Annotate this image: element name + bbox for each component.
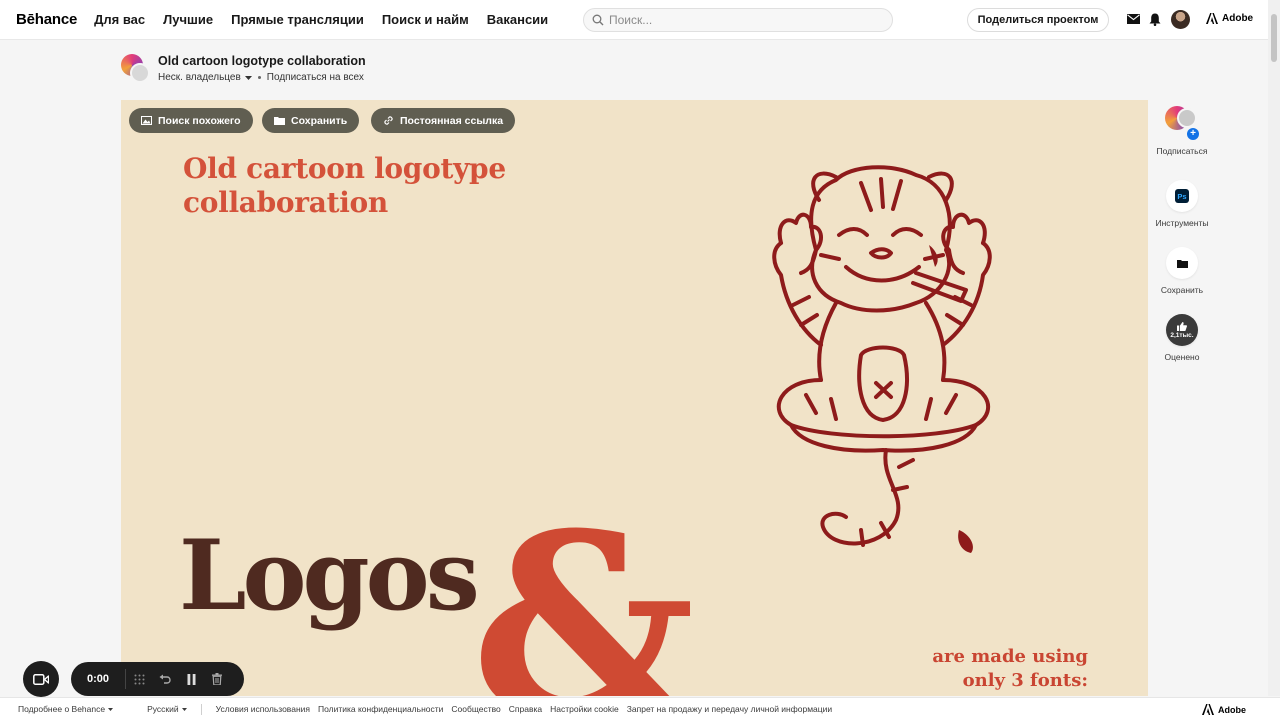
artwork-logos-text: Logos (179, 519, 480, 632)
top-nav: Bēhance Для вас Лучшие Прямые трансляции… (0, 0, 1280, 40)
footer-more-about-behance[interactable]: Подробнее о Behance (18, 704, 114, 714)
footer-link-community[interactable]: Сообщество (451, 704, 500, 714)
search-box[interactable] (583, 8, 893, 32)
mail-icon[interactable] (1125, 11, 1141, 27)
dots-grid-icon (134, 674, 144, 684)
rail-follow[interactable]: + Подписаться (1154, 106, 1210, 156)
save-image-label: Сохранить (291, 114, 348, 127)
footer-language-select[interactable]: Русский (147, 704, 187, 714)
scrollbar-thumb[interactable] (1271, 14, 1277, 62)
follow-avatar-2 (1177, 108, 1197, 128)
project-image: Поиск похожего Сохранить Постоянная ссыл… (121, 100, 1148, 696)
folder-icon (274, 117, 285, 125)
folder-icon (1176, 259, 1188, 268)
artwork-title-line-2: collaboration (183, 186, 388, 219)
adobe-icon (1206, 13, 1218, 24)
rail-tools[interactable]: Ps Инструменты (1154, 180, 1210, 228)
bell-icon[interactable] (1147, 11, 1163, 27)
owners-dropdown[interactable]: Неск. владельцев (158, 72, 252, 83)
recorder-pause-button[interactable] (178, 662, 204, 696)
owner-avatar-2 (130, 63, 150, 83)
find-similar-button[interactable]: Поиск похожего (129, 108, 253, 133)
nav-link-hire[interactable]: Поиск и найм (382, 12, 469, 27)
share-project-button[interactable]: Поделиться проектом (967, 8, 1109, 32)
artwork-fonts-line-1: are made using (932, 646, 1088, 667)
caret-down-icon (244, 75, 252, 80)
tiger-illustration (772, 165, 992, 553)
recorder-camera-button[interactable] (23, 661, 59, 697)
recorder-undo-button[interactable] (152, 662, 178, 696)
video-camera-icon (33, 673, 49, 685)
follow-avatars[interactable]: + (1165, 106, 1199, 140)
thumbs-up-icon (1177, 321, 1187, 331)
owners-avatar-stack[interactable] (121, 54, 151, 84)
separator-dot (257, 76, 261, 79)
save-image-button[interactable]: Сохранить (262, 108, 360, 133)
find-similar-label: Поиск похожего (158, 114, 241, 127)
link-icon (384, 116, 393, 125)
footer-link-cookie-settings[interactable]: Настройки cookie (550, 704, 619, 714)
trash-icon (212, 673, 222, 685)
footer-divider (200, 703, 202, 715)
adobe-icon (1202, 704, 1214, 715)
photoshop-icon: Ps (1175, 189, 1189, 203)
recorder-controls: 0:00 (71, 662, 244, 696)
permalink-button[interactable]: Постоянная ссылка (371, 108, 516, 133)
artwork-title: Old cartoon logotype collaboration (183, 152, 506, 220)
adobe-link[interactable]: Adobe (1206, 13, 1253, 24)
footer-link-terms[interactable]: Условия использования (216, 704, 310, 714)
artwork-fonts-text: are made using only 3 fonts: (932, 645, 1088, 693)
nav-link-for-you[interactable]: Для вас (94, 12, 145, 27)
behance-logo[interactable]: Bēhance (16, 11, 77, 28)
adobe-label: Adobe (1222, 13, 1254, 24)
follow-all-link[interactable]: Подписаться на всех (267, 72, 364, 83)
image-icon (141, 116, 152, 125)
nav-link-livestreams[interactable]: Прямые трансляции (231, 12, 364, 27)
appreciate-button[interactable]: 2,1тыс. (1166, 314, 1198, 346)
permalink-label: Постоянная ссылка (400, 114, 504, 127)
project-title: Old cartoon logotype collaboration (158, 54, 366, 68)
footer-adobe-label: Adobe (1218, 704, 1246, 715)
rail-appreciate[interactable]: 2,1тыс. Оценено (1154, 314, 1210, 362)
artwork-ampersand: & (471, 478, 697, 696)
artwork-fonts-line-2: only 3 fonts: (962, 670, 1088, 691)
caret-down-icon (108, 707, 114, 711)
recorder-grid-button[interactable] (126, 662, 152, 696)
artwork-title-line-1: Old cartoon logotype (183, 152, 506, 185)
caret-down-icon (181, 707, 187, 711)
appreciate-label: Оценено (1164, 352, 1200, 362)
footer-adobe-link[interactable]: Adobe (1202, 704, 1246, 715)
footer-link-help[interactable]: Справка (509, 704, 542, 714)
search-input[interactable] (609, 13, 879, 27)
footer-more-label: Подробнее о Behance (18, 704, 106, 714)
search-icon (592, 14, 604, 26)
owners-label: Неск. владельцев (158, 72, 241, 83)
nav-link-best[interactable]: Лучшие (163, 12, 213, 27)
tools-button[interactable]: Ps (1166, 180, 1198, 212)
save-label: Сохранить (1160, 285, 1204, 295)
footer-links: Условия использования Политика конфиденц… (216, 704, 833, 714)
recorder-timer: 0:00 (86, 673, 110, 685)
footer-link-do-not-sell[interactable]: Запрет на продажу и передачу личной инфо… (627, 704, 832, 714)
pause-icon (187, 673, 195, 685)
user-avatar[interactable] (1171, 10, 1190, 29)
rail-save[interactable]: Сохранить (1154, 247, 1210, 295)
save-button[interactable] (1166, 247, 1198, 279)
footer-link-privacy[interactable]: Политика конфиденциальности (318, 704, 443, 714)
nav-links: Для вас Лучшие Прямые трансляции Поиск и… (94, 12, 548, 27)
recorder-delete-button[interactable] (204, 662, 230, 696)
plus-icon: + (1187, 128, 1199, 140)
follow-label: Подписаться (1156, 146, 1208, 156)
footer: Подробнее о Behance Русский Условия испо… (0, 697, 1280, 720)
footer-language-label: Русский (147, 704, 179, 714)
project-meta: Неск. владельцев Подписаться на всех (158, 72, 364, 83)
tools-label: Инструменты (1155, 218, 1209, 228)
undo-icon (159, 674, 171, 684)
nav-link-jobs[interactable]: Вакансии (487, 12, 548, 27)
page-scrollbar[interactable] (1268, 0, 1280, 696)
appreciate-count: 2,1тыс. (1170, 331, 1194, 339)
